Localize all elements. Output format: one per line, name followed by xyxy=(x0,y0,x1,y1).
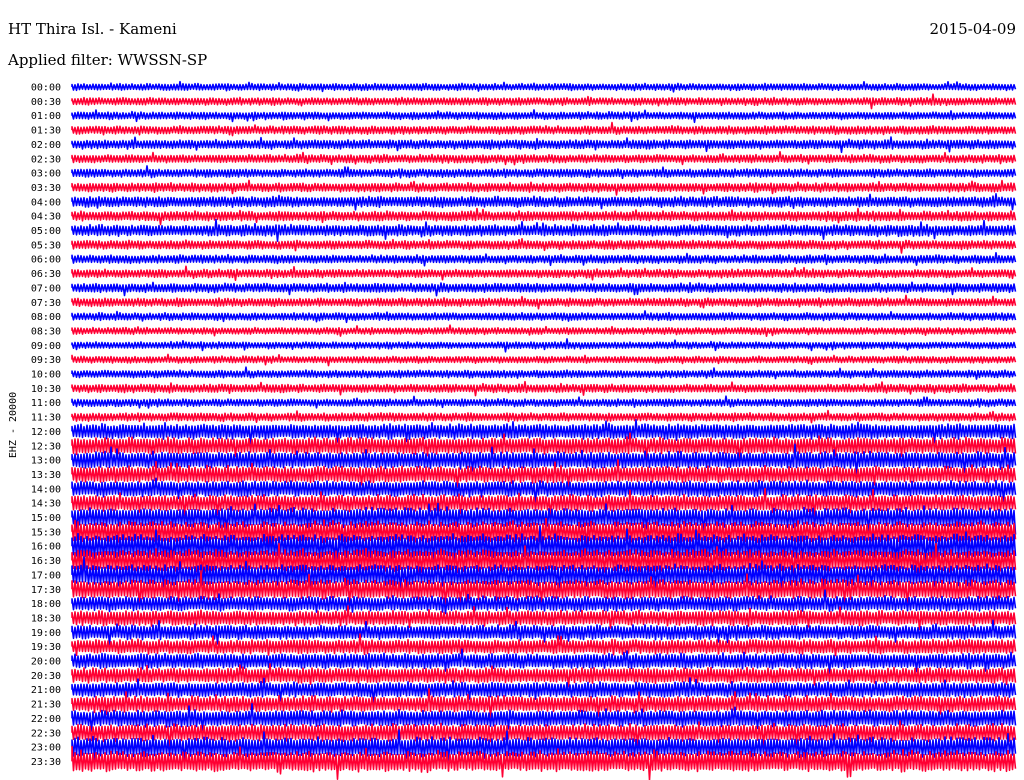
trace-row-0030 xyxy=(71,93,1017,110)
row-label-1500: 15:00 xyxy=(31,513,61,524)
row-label-0400: 04:00 xyxy=(31,197,61,208)
trace-row-0830 xyxy=(71,324,1017,337)
row-label-1000: 10:00 xyxy=(31,370,61,381)
row-label-0000: 00:00 xyxy=(31,83,61,94)
trace-row-1100 xyxy=(71,395,1017,409)
row-label-1930: 19:30 xyxy=(31,642,61,653)
row-label-1900: 19:00 xyxy=(31,628,61,639)
row-label-1830: 18:30 xyxy=(31,613,61,624)
trace-row-0800 xyxy=(71,310,1017,324)
row-label-0230: 02:30 xyxy=(31,154,61,165)
trace-row-0500 xyxy=(71,218,1017,242)
row-label-2200: 22:00 xyxy=(31,714,61,725)
time-labels: 00:00 00:30 01:00 01:30 02:00 02:30 03:00 03:30… xyxy=(31,83,61,768)
row-label-1230: 12:30 xyxy=(31,441,61,452)
row-label-2000: 20:00 xyxy=(31,657,61,668)
row-label-0600: 06:00 xyxy=(31,255,61,266)
trace-row-0530 xyxy=(71,238,1017,254)
row-label-0300: 03:00 xyxy=(31,169,61,180)
trace-row-0130 xyxy=(71,121,1017,137)
y-axis-label: EHZ - 20000 xyxy=(8,392,19,458)
trace-row-0730 xyxy=(71,294,1017,310)
helicorder-plot: 00:00 00:30 01:00 01:30 02:00 02:30 03:00 03:30… xyxy=(8,80,1017,780)
row-label-1030: 10:30 xyxy=(31,384,61,395)
row-label-1100: 11:00 xyxy=(31,398,61,409)
trace-row-1000 xyxy=(71,366,1017,380)
row-label-0100: 01:00 xyxy=(31,111,61,122)
row-label-1330: 13:30 xyxy=(31,470,61,481)
trace-row-0930 xyxy=(71,353,1017,367)
row-label-0800: 08:00 xyxy=(31,312,61,323)
trace-row-0000 xyxy=(71,80,1017,93)
row-label-1200: 12:00 xyxy=(31,427,61,438)
trace-row-1130 xyxy=(71,409,1017,424)
row-label-2330: 23:30 xyxy=(31,757,61,768)
trace-row-0400 xyxy=(71,193,1017,211)
trace-row-0700 xyxy=(71,281,1017,297)
trace-row-0330 xyxy=(71,179,1017,196)
row-label-1300: 13:00 xyxy=(31,456,61,467)
trace-row-0230 xyxy=(71,151,1017,166)
row-label-2130: 21:30 xyxy=(31,700,61,711)
row-label-1130: 11:30 xyxy=(31,413,61,424)
row-label-1800: 18:00 xyxy=(31,599,61,610)
row-label-1600: 16:00 xyxy=(31,542,61,553)
row-label-2030: 20:30 xyxy=(31,671,61,682)
trace-row-0600 xyxy=(71,252,1017,267)
row-label-2100: 21:00 xyxy=(31,685,61,696)
row-label-0700: 07:00 xyxy=(31,283,61,294)
row-label-1630: 16:30 xyxy=(31,556,61,567)
row-label-0030: 00:30 xyxy=(31,97,61,108)
trace-row-0900 xyxy=(71,338,1017,353)
row-label-0200: 02:00 xyxy=(31,140,61,151)
trace-row-0430 xyxy=(71,207,1017,226)
row-label-0930: 09:30 xyxy=(31,355,61,366)
row-label-0830: 08:30 xyxy=(31,326,61,337)
row-label-0330: 03:30 xyxy=(31,183,61,194)
row-label-2300: 23:00 xyxy=(31,743,61,754)
trace-row-0300 xyxy=(71,165,1017,180)
row-label-0130: 01:30 xyxy=(31,126,61,137)
trace-row-0100 xyxy=(71,109,1017,124)
row-label-0430: 04:30 xyxy=(31,212,61,223)
row-label-1730: 17:30 xyxy=(31,585,61,596)
row-label-0500: 05:00 xyxy=(31,226,61,237)
row-label-0730: 07:30 xyxy=(31,298,61,309)
row-label-1430: 14:30 xyxy=(31,499,61,510)
row-label-0530: 05:30 xyxy=(31,240,61,251)
trace-row-0630 xyxy=(71,265,1017,281)
row-label-1700: 17:00 xyxy=(31,570,61,581)
row-label-2230: 22:30 xyxy=(31,728,61,739)
row-label-0630: 06:30 xyxy=(31,269,61,280)
row-label-0900: 09:00 xyxy=(31,341,61,352)
row-label-1400: 14:00 xyxy=(31,484,61,495)
trace-group xyxy=(71,80,1017,780)
trace-row-0200 xyxy=(71,136,1017,154)
trace-row-1030 xyxy=(71,380,1017,397)
row-label-1530: 15:30 xyxy=(31,527,61,538)
